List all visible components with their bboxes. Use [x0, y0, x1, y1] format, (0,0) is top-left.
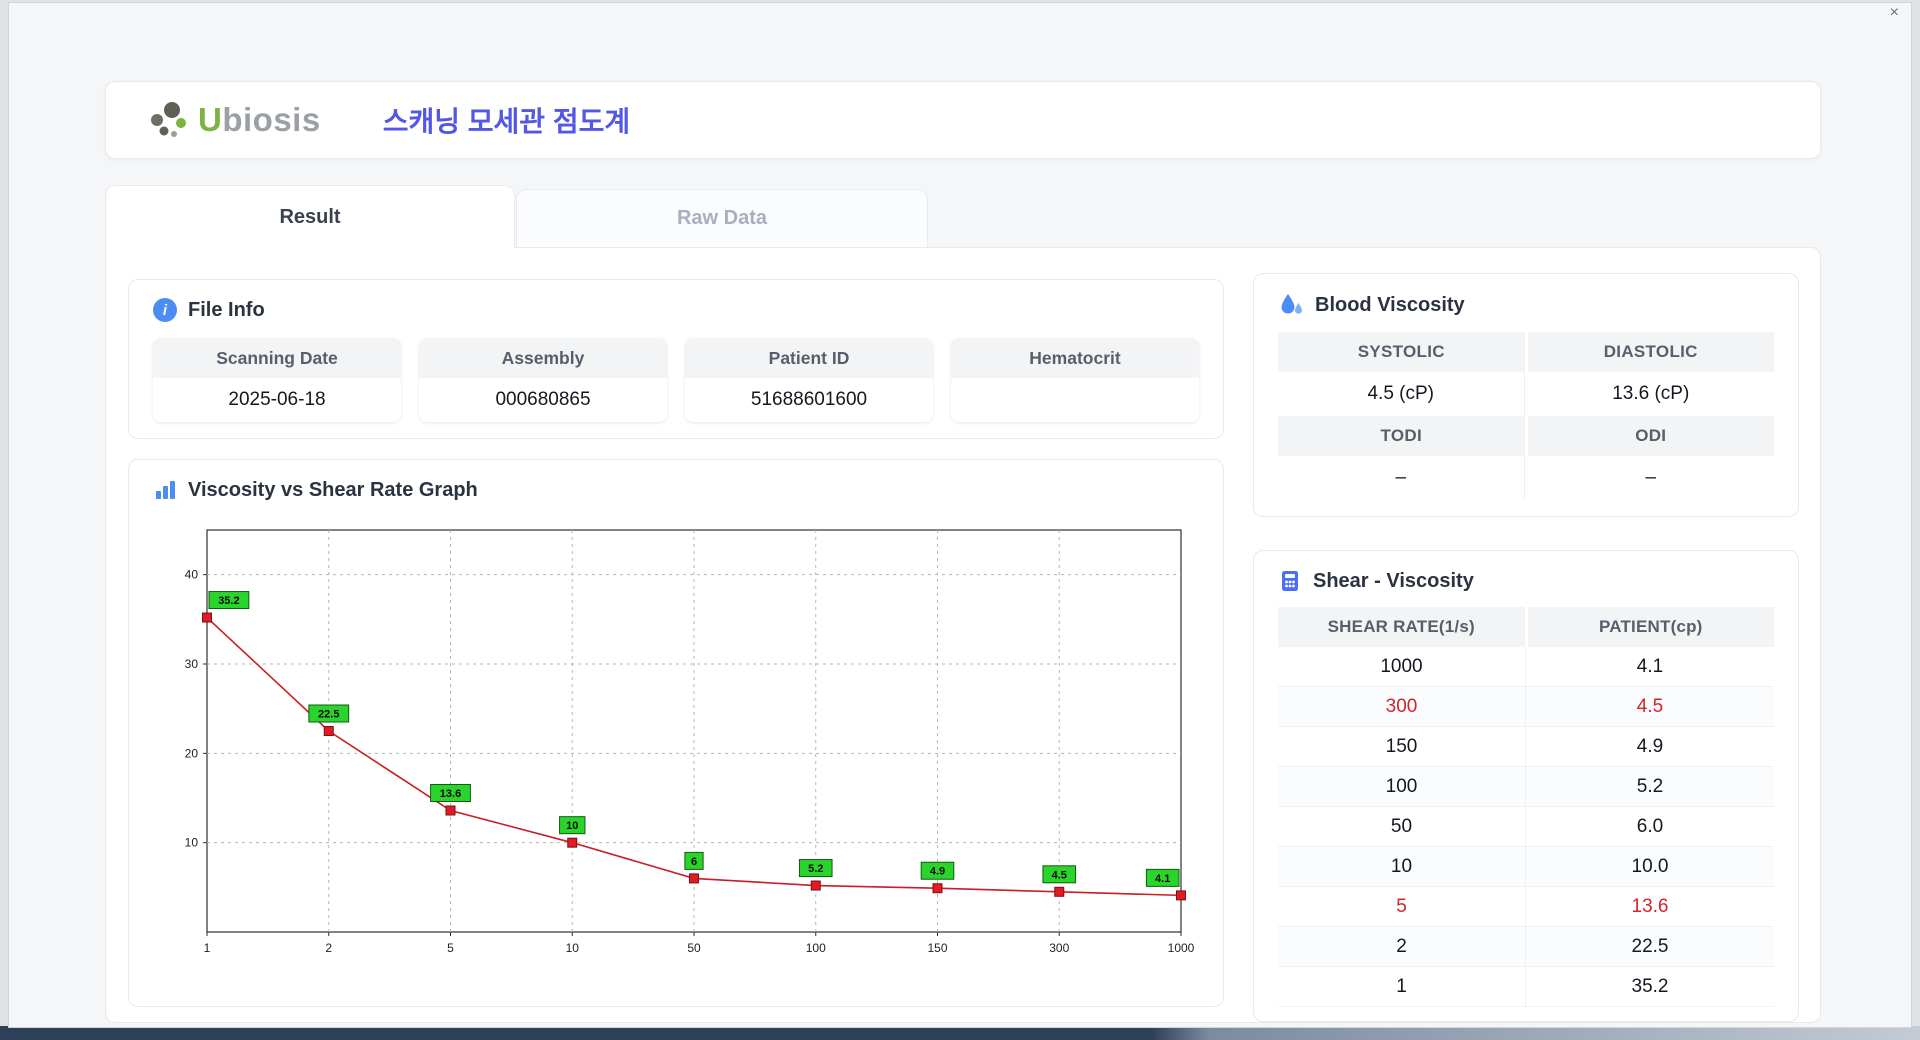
- app-window: × Ubiosis 스캐닝 모세관 점도계 Result Raw Data i …: [8, 2, 1912, 1028]
- shear-rate-cell: 2: [1278, 927, 1526, 966]
- patient-cell: 10.0: [1631, 856, 1669, 877]
- shear-rate-cell: 300: [1278, 687, 1526, 726]
- logo-rest: biosis: [222, 101, 321, 138]
- field-label: Assembly: [419, 338, 667, 378]
- svg-text:1000: 1000: [1168, 941, 1195, 955]
- table-row: 100 5.2: [1278, 767, 1774, 807]
- patient-cell: 22.5: [1631, 936, 1669, 957]
- shear-rate-cell: 50: [1278, 807, 1526, 846]
- ubiosis-logo: Ubiosis: [146, 99, 321, 141]
- svg-text:22.5: 22.5: [318, 709, 339, 721]
- app-header: Ubiosis 스캐닝 모세관 점도계: [105, 81, 1821, 159]
- svg-text:35.2: 35.2: [218, 595, 239, 607]
- field-value: 2025-06-18: [153, 378, 401, 422]
- table-row: 50 6.0: [1278, 807, 1774, 847]
- field-value: 000680865: [419, 378, 667, 422]
- file-info-title: File Info: [188, 298, 265, 321]
- table-row: 2 22.5: [1278, 927, 1774, 967]
- water-drops-icon: [1281, 294, 1302, 314]
- field-label: Hematocrit: [951, 338, 1199, 378]
- shear-viscosity-table: SHEAR RATE(1/s) PATIENT(cp) 1000 4.1 300…: [1254, 593, 1798, 1007]
- blood-viscosity-title: Blood Viscosity: [1315, 293, 1465, 316]
- logo-letter-u: U: [198, 101, 223, 138]
- table-row: 300 4.5: [1278, 687, 1774, 727]
- graph-panel: Viscosity vs Shear Rate Graph 10 20 30 40 1 2…: [128, 459, 1224, 1007]
- svg-text:1: 1: [204, 941, 211, 955]
- svg-text:20: 20: [185, 746, 199, 760]
- metric-odi-value: –: [1527, 456, 1774, 500]
- svg-text:4.9: 4.9: [930, 866, 945, 878]
- tab-raw-data[interactable]: Raw Data: [516, 189, 928, 247]
- shear-rate-cell: 100: [1278, 767, 1526, 806]
- svg-text:4.5: 4.5: [1052, 869, 1067, 881]
- patient-cell: 4.9: [1636, 736, 1664, 757]
- metric-todi-label: TODI: [1278, 416, 1525, 456]
- svg-text:10: 10: [566, 820, 578, 832]
- table-row: 1000 4.1: [1278, 647, 1774, 687]
- bar-chart-icon: [156, 481, 175, 499]
- metric-todi-value: –: [1278, 456, 1525, 500]
- metric-systolic-label: SYSTOLIC: [1278, 332, 1525, 372]
- file-info-panel: i File Info Scanning Date 2025-06-18 Ass…: [128, 279, 1224, 439]
- viscosity-chart: 10 20 30 40 1 2 5 10 50 100 150 300 1000 35.2 22.5 13.6…: [185, 529, 1195, 955]
- table-row: 150 4.9: [1278, 727, 1774, 767]
- logo-text: Ubiosis: [198, 101, 321, 139]
- svg-text:50: 50: [687, 941, 701, 955]
- metric-diastolic-label: DIASTOLIC: [1527, 332, 1774, 372]
- close-icon[interactable]: ×: [1890, 4, 1899, 22]
- svg-text:2: 2: [325, 941, 332, 955]
- field-label: Patient ID: [685, 338, 933, 378]
- info-icon: i: [153, 298, 177, 322]
- patient-cell: 4.5: [1636, 696, 1664, 717]
- svg-text:13.6: 13.6: [440, 788, 461, 800]
- svg-text:6: 6: [691, 856, 697, 868]
- column-header-patient: PATIENT(cp): [1527, 607, 1774, 647]
- field-assembly: Assembly 000680865: [419, 338, 667, 422]
- field-label: Scanning Date: [153, 338, 401, 378]
- column-header-shear-rate: SHEAR RATE(1/s): [1278, 607, 1525, 647]
- svg-text:100: 100: [806, 941, 826, 955]
- svg-text:150: 150: [927, 941, 947, 955]
- graph-title: Viscosity vs Shear Rate Graph: [188, 478, 478, 501]
- patient-cell: 35.2: [1631, 976, 1669, 997]
- tab-result[interactable]: Result: [105, 185, 515, 248]
- patient-cell: 4.1: [1636, 656, 1664, 677]
- shear-rate-cell: 1: [1278, 967, 1526, 1006]
- shear-rate-cell: 10: [1278, 847, 1526, 886]
- shear-rate-cell: 5: [1278, 887, 1526, 926]
- molecule-icon: [151, 102, 186, 137]
- blood-viscosity-panel: Blood Viscosity SYSTOLIC DIASTOLIC 4.5 (…: [1253, 273, 1799, 517]
- patient-cell: 5.2: [1636, 776, 1664, 797]
- field-hematocrit: Hematocrit: [951, 338, 1199, 422]
- svg-text:10: 10: [566, 941, 580, 955]
- table-row: 5 13.6: [1278, 887, 1774, 927]
- svg-text:40: 40: [185, 568, 199, 582]
- svg-text:30: 30: [185, 657, 199, 671]
- desktop-edge: [0, 1026, 1920, 1040]
- table-row: 1 35.2: [1278, 967, 1774, 1007]
- field-value: 51688601600: [685, 378, 933, 422]
- field-patient-id: Patient ID 51688601600: [685, 338, 933, 422]
- shear-rate-cell: 1000: [1278, 647, 1526, 686]
- metric-odi-label: ODI: [1527, 416, 1774, 456]
- svg-text:4.1: 4.1: [1155, 873, 1170, 885]
- field-value: [951, 378, 1199, 422]
- metric-systolic-value: 4.5 (cP): [1278, 372, 1525, 416]
- svg-text:5: 5: [447, 941, 454, 955]
- blood-viscosity-table: SYSTOLIC DIASTOLIC 4.5 (cP) 13.6 (cP) TO…: [1254, 318, 1798, 500]
- field-scanning-date: Scanning Date 2025-06-18: [153, 338, 401, 422]
- patient-cell: 6.0: [1636, 816, 1664, 837]
- table-row: 10 10.0: [1278, 847, 1774, 887]
- svg-text:10: 10: [185, 836, 199, 850]
- metric-diastolic-value: 13.6 (cP): [1527, 372, 1774, 416]
- calculator-icon: [1282, 571, 1298, 591]
- shear-viscosity-panel: Shear - Viscosity SHEAR RATE(1/s) PATIEN…: [1253, 550, 1799, 1022]
- shear-rate-cell: 150: [1278, 727, 1526, 766]
- shear-viscosity-title: Shear - Viscosity: [1313, 569, 1474, 592]
- patient-cell: 13.6: [1631, 896, 1669, 917]
- svg-text:300: 300: [1049, 941, 1069, 955]
- page-title: 스캐닝 모세관 점도계: [382, 106, 631, 137]
- svg-text:5.2: 5.2: [808, 863, 823, 875]
